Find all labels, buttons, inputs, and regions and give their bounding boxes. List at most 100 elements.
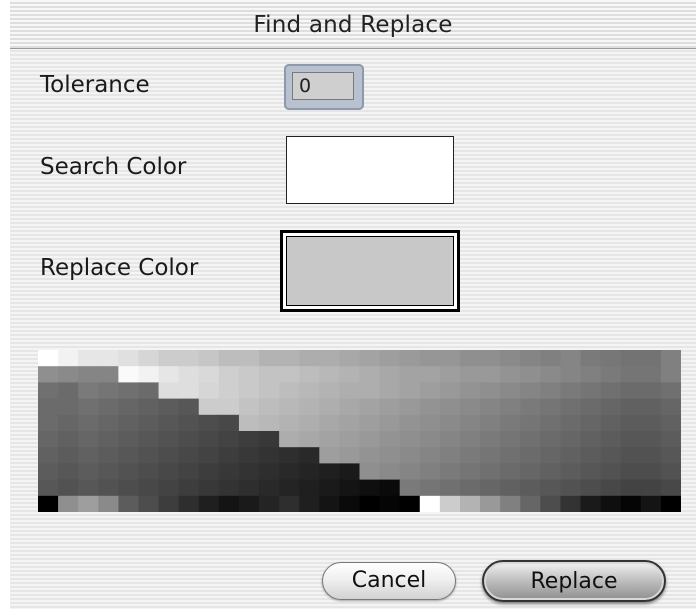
palette-swatch[interactable]	[38, 414, 59, 432]
palette-swatch[interactable]	[480, 366, 501, 383]
palette-swatch[interactable]	[540, 479, 562, 497]
palette-swatch[interactable]	[359, 463, 381, 481]
palette-swatch[interactable]	[259, 495, 280, 512]
palette-swatch[interactable]	[359, 350, 381, 367]
palette-swatch[interactable]	[118, 447, 140, 464]
palette-swatch[interactable]	[38, 398, 59, 416]
palette-swatch[interactable]	[540, 366, 562, 383]
palette-swatch[interactable]	[339, 431, 361, 448]
palette-swatch[interactable]	[620, 398, 642, 416]
palette-swatch[interactable]	[600, 463, 622, 481]
palette-swatch[interactable]	[38, 479, 59, 497]
palette-swatch[interactable]	[78, 366, 99, 383]
palette-swatch[interactable]	[620, 431, 642, 448]
palette-swatch[interactable]	[78, 447, 99, 464]
palette-swatch[interactable]	[198, 382, 220, 400]
palette-swatch[interactable]	[419, 479, 441, 497]
palette-swatch[interactable]	[259, 447, 280, 464]
palette-swatch[interactable]	[600, 398, 622, 416]
palette-swatch[interactable]	[299, 495, 320, 512]
palette-swatch[interactable]	[640, 495, 662, 512]
palette-swatch[interactable]	[640, 447, 662, 464]
palette-swatch[interactable]	[339, 382, 361, 400]
palette-swatch[interactable]	[660, 398, 681, 416]
palette-swatch[interactable]	[98, 431, 119, 448]
palette-swatch[interactable]	[419, 350, 441, 367]
palette-swatch[interactable]	[660, 366, 681, 383]
palette-swatch[interactable]	[540, 447, 562, 464]
palette-swatch[interactable]	[480, 350, 501, 367]
palette-swatch[interactable]	[660, 463, 681, 481]
palette-swatch[interactable]	[319, 398, 340, 416]
palette-swatch[interactable]	[399, 447, 421, 464]
palette-swatch[interactable]	[640, 366, 662, 383]
palette-swatch[interactable]	[339, 495, 361, 512]
palette-swatch[interactable]	[500, 447, 521, 464]
replace-button[interactable]: Replace	[482, 560, 666, 602]
palette-swatch[interactable]	[279, 479, 300, 497]
palette-swatch[interactable]	[279, 431, 300, 448]
palette-swatch[interactable]	[158, 463, 180, 481]
palette-swatch[interactable]	[600, 431, 622, 448]
palette-swatch[interactable]	[560, 495, 582, 512]
palette-swatch[interactable]	[560, 414, 582, 432]
palette-swatch[interactable]	[98, 447, 119, 464]
palette-swatch[interactable]	[480, 495, 501, 512]
palette-swatch[interactable]	[138, 382, 160, 400]
palette-swatch[interactable]	[359, 495, 381, 512]
palette-swatch[interactable]	[218, 414, 240, 432]
palette-swatch[interactable]	[299, 382, 320, 400]
palette-swatch[interactable]	[218, 350, 240, 367]
palette-swatch[interactable]	[480, 382, 501, 400]
palette-swatch[interactable]	[279, 382, 300, 400]
palette-swatch[interactable]	[138, 350, 160, 367]
palette-swatch[interactable]	[419, 495, 441, 512]
palette-swatch[interactable]	[359, 447, 381, 464]
palette-swatch[interactable]	[58, 431, 79, 448]
palette-swatch[interactable]	[399, 495, 421, 512]
palette-swatch[interactable]	[419, 366, 441, 383]
palette-swatch[interactable]	[319, 479, 340, 497]
palette-swatch[interactable]	[38, 495, 59, 512]
palette-swatch[interactable]	[98, 398, 119, 416]
palette-swatch[interactable]	[459, 463, 481, 481]
palette-swatch[interactable]	[640, 463, 662, 481]
palette-swatch[interactable]	[500, 398, 521, 416]
palette-swatch[interactable]	[620, 414, 642, 432]
palette-swatch[interactable]	[399, 414, 421, 432]
palette-swatch[interactable]	[620, 382, 642, 400]
palette-swatch[interactable]	[660, 414, 681, 432]
palette-swatch[interactable]	[259, 414, 280, 432]
palette-swatch[interactable]	[580, 463, 602, 481]
palette-swatch[interactable]	[520, 382, 541, 400]
palette-swatch[interactable]	[118, 366, 140, 383]
palette-swatch[interactable]	[238, 447, 260, 464]
palette-swatch[interactable]	[459, 382, 481, 400]
palette-swatch[interactable]	[459, 479, 481, 497]
palette-swatch[interactable]	[500, 350, 521, 367]
palette-swatch[interactable]	[520, 447, 541, 464]
palette-swatch[interactable]	[319, 447, 340, 464]
palette-swatch[interactable]	[38, 350, 59, 367]
palette-swatch[interactable]	[439, 414, 461, 432]
palette-swatch[interactable]	[279, 495, 300, 512]
palette-swatch[interactable]	[500, 414, 521, 432]
palette-swatch[interactable]	[58, 366, 79, 383]
palette-swatch[interactable]	[78, 382, 99, 400]
palette-swatch[interactable]	[319, 350, 340, 367]
palette-swatch[interactable]	[238, 463, 260, 481]
palette-swatch[interactable]	[439, 366, 461, 383]
palette-swatch[interactable]	[419, 447, 441, 464]
palette-swatch[interactable]	[58, 463, 79, 481]
palette-swatch[interactable]	[38, 463, 59, 481]
palette-swatch[interactable]	[238, 382, 260, 400]
palette-swatch[interactable]	[259, 479, 280, 497]
palette-swatch[interactable]	[359, 479, 381, 497]
palette-swatch[interactable]	[138, 398, 160, 416]
palette-swatch[interactable]	[279, 463, 300, 481]
palette-swatch[interactable]	[439, 447, 461, 464]
palette-swatch[interactable]	[78, 398, 99, 416]
palette-swatch[interactable]	[540, 495, 562, 512]
palette-swatch[interactable]	[540, 463, 562, 481]
palette-swatch[interactable]	[620, 366, 642, 383]
